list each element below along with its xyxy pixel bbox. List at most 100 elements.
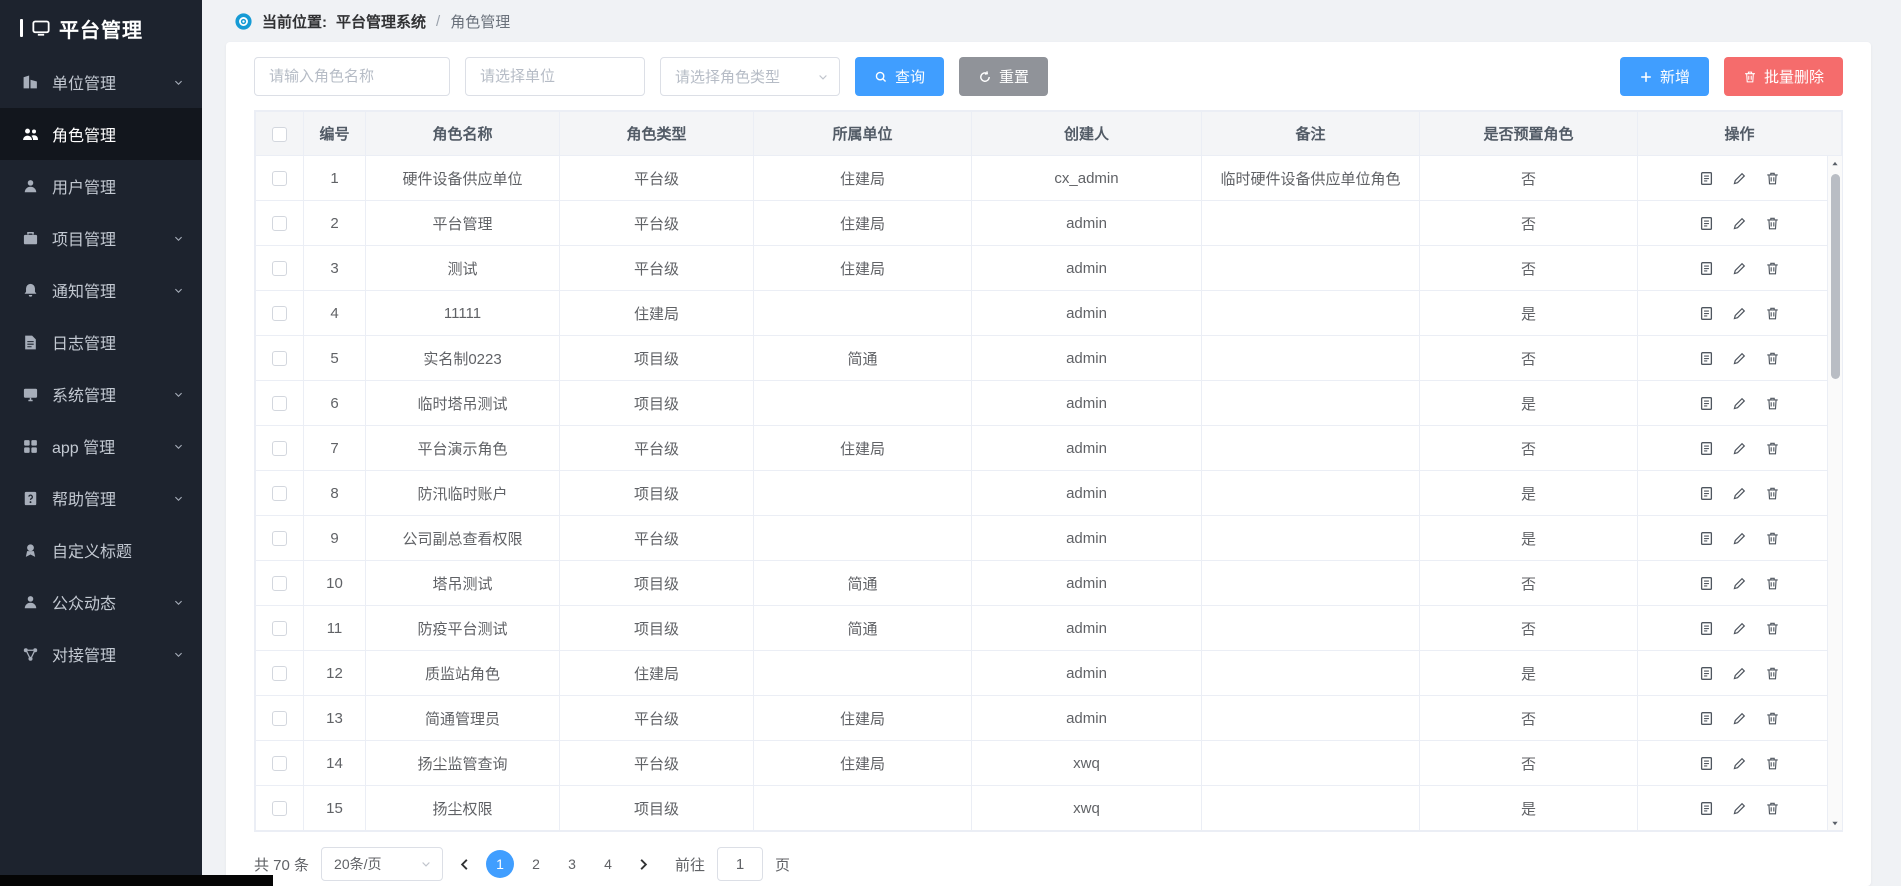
- row-checkbox[interactable]: [272, 756, 287, 771]
- scrollbar-thumb[interactable]: [1831, 174, 1840, 379]
- search-button[interactable]: 查询: [855, 57, 944, 96]
- detail-button[interactable]: [1699, 576, 1714, 591]
- delete-button[interactable]: [1765, 711, 1780, 726]
- delete-button[interactable]: [1765, 621, 1780, 636]
- detail-button[interactable]: [1699, 531, 1714, 546]
- sidebar-item-roles[interactable]: 角色管理: [0, 108, 202, 160]
- delete-button[interactable]: [1765, 576, 1780, 591]
- edit-button[interactable]: [1732, 486, 1747, 501]
- row-checkbox[interactable]: [272, 216, 287, 231]
- add-button[interactable]: 新增: [1620, 57, 1709, 96]
- sidebar-item-label: 通知管理: [52, 278, 116, 302]
- detail-button[interactable]: [1699, 666, 1714, 681]
- detail-button[interactable]: [1699, 756, 1714, 771]
- sidebar-item-connect[interactable]: 对接管理: [0, 628, 202, 680]
- cell-id: 10: [304, 561, 366, 606]
- delete-button[interactable]: [1765, 396, 1780, 411]
- cell-type: 平台级: [560, 426, 754, 471]
- row-checkbox[interactable]: [272, 486, 287, 501]
- cell-creator: admin: [972, 561, 1202, 606]
- detail-button[interactable]: [1699, 441, 1714, 456]
- delete-button[interactable]: [1765, 531, 1780, 546]
- detail-button[interactable]: [1699, 216, 1714, 231]
- edit-button[interactable]: [1732, 216, 1747, 231]
- page-button-3[interactable]: 3: [558, 850, 586, 878]
- prev-page-button[interactable]: [455, 857, 474, 872]
- detail-button[interactable]: [1699, 711, 1714, 726]
- page-button-4[interactable]: 4: [594, 850, 622, 878]
- delete-button[interactable]: [1765, 756, 1780, 771]
- row-checkbox[interactable]: [272, 801, 287, 816]
- sidebar-item-log[interactable]: 日志管理: [0, 316, 202, 368]
- edit-button[interactable]: [1732, 621, 1747, 636]
- role-type-select[interactable]: 请选择角色类型: [660, 57, 840, 96]
- detail-button[interactable]: [1699, 171, 1714, 186]
- edit-button[interactable]: [1732, 801, 1747, 816]
- detail-button[interactable]: [1699, 306, 1714, 321]
- scroll-down-button[interactable]: [1828, 815, 1842, 830]
- sidebar-item-org[interactable]: 单位管理: [0, 56, 202, 108]
- sidebar-item-project[interactable]: 项目管理: [0, 212, 202, 264]
- row-checkbox[interactable]: [272, 666, 287, 681]
- edit-button[interactable]: [1732, 171, 1747, 186]
- row-checkbox[interactable]: [272, 396, 287, 411]
- row-checkbox[interactable]: [272, 171, 287, 186]
- breadcrumb-root[interactable]: 平台管理系统: [336, 11, 426, 32]
- sidebar-item-app[interactable]: app 管理: [0, 420, 202, 472]
- next-page-button[interactable]: [634, 857, 653, 872]
- table-scrollbar[interactable]: [1827, 156, 1842, 830]
- row-checkbox[interactable]: [272, 261, 287, 276]
- delete-button[interactable]: [1765, 486, 1780, 501]
- reset-button[interactable]: 重置: [959, 57, 1048, 96]
- sidebar-item-system[interactable]: 系统管理: [0, 368, 202, 420]
- delete-button[interactable]: [1765, 801, 1780, 816]
- edit-button[interactable]: [1732, 666, 1747, 681]
- edit-button[interactable]: [1732, 756, 1747, 771]
- edit-button[interactable]: [1732, 351, 1747, 366]
- select-all-checkbox[interactable]: [272, 127, 287, 142]
- row-checkbox[interactable]: [272, 711, 287, 726]
- unit-input[interactable]: [465, 57, 645, 96]
- edit-button[interactable]: [1732, 441, 1747, 456]
- edit-button[interactable]: [1732, 261, 1747, 276]
- detail-button[interactable]: [1699, 396, 1714, 411]
- row-checkbox[interactable]: [272, 306, 287, 321]
- edit-button[interactable]: [1732, 306, 1747, 321]
- delete-button[interactable]: [1765, 171, 1780, 186]
- detail-button[interactable]: [1699, 486, 1714, 501]
- scroll-up-button[interactable]: [1828, 156, 1842, 171]
- row-checkbox[interactable]: [272, 441, 287, 456]
- edit-button[interactable]: [1732, 396, 1747, 411]
- role-name-input[interactable]: [254, 57, 450, 96]
- page-size-select[interactable]: 20条/页: [321, 847, 443, 881]
- edit-button[interactable]: [1732, 531, 1747, 546]
- delete-icon: [1765, 486, 1780, 501]
- row-checkbox[interactable]: [272, 351, 287, 366]
- edit-button[interactable]: [1732, 711, 1747, 726]
- page-button-1[interactable]: 1: [486, 850, 514, 878]
- detail-button[interactable]: [1699, 261, 1714, 276]
- detail-button[interactable]: [1699, 621, 1714, 636]
- detail-button[interactable]: [1699, 351, 1714, 366]
- delete-button[interactable]: [1765, 351, 1780, 366]
- sidebar-item-public[interactable]: 公众动态: [0, 576, 202, 628]
- sidebar-item-help[interactable]: 帮助管理: [0, 472, 202, 524]
- page-button-2[interactable]: 2: [522, 850, 550, 878]
- sidebar-item-custom-title[interactable]: 自定义标题: [0, 524, 202, 576]
- edit-button[interactable]: [1732, 576, 1747, 591]
- sidebar-item-user[interactable]: 用户管理: [0, 160, 202, 212]
- delete-button[interactable]: [1765, 216, 1780, 231]
- delete-button[interactable]: [1765, 666, 1780, 681]
- row-checkbox[interactable]: [272, 621, 287, 636]
- delete-button[interactable]: [1765, 441, 1780, 456]
- delete-button[interactable]: [1765, 306, 1780, 321]
- detail-button[interactable]: [1699, 801, 1714, 816]
- cell-preset: 是: [1420, 291, 1638, 336]
- sidebar-item-notify[interactable]: 通知管理: [0, 264, 202, 316]
- goto-page-input[interactable]: [717, 847, 763, 881]
- cell-id: 11: [304, 606, 366, 651]
- row-checkbox[interactable]: [272, 576, 287, 591]
- row-checkbox[interactable]: [272, 531, 287, 546]
- batch-delete-button[interactable]: 批量删除: [1724, 57, 1843, 96]
- delete-button[interactable]: [1765, 261, 1780, 276]
